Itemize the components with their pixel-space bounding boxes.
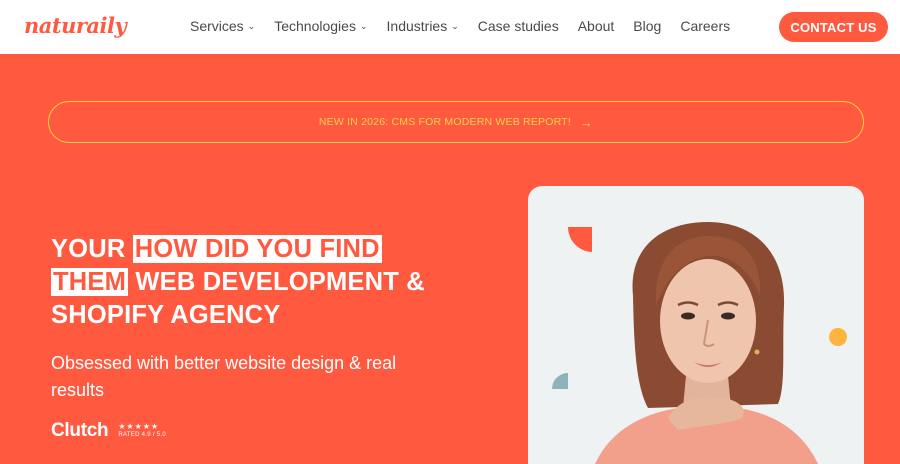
nav-label: Industries [386,18,448,34]
nav-item-careers[interactable]: Careers [680,18,730,34]
site-header: naturaily Services ⌄ Technologies ⌄ Indu… [0,0,900,54]
nav-item-industries[interactable]: Industries ⌄ [387,18,459,34]
headline-highlight: THEM [51,268,129,296]
nav-label: Technologies [274,18,356,34]
nav-label: About [577,18,615,34]
nav-item-blog[interactable]: Blog [633,18,661,34]
decor-quarter-circle [568,227,592,252]
clutch-rating-badge[interactable]: Clutch ★★★★★ RATED 4.9 / 5.0 [51,420,166,442]
main-nav: Services ⌄ Technologies ⌄ Industries ⌄ C… [190,18,749,34]
announcement-text: NEW IN 2026: CMS FOR MODERN WEB REPORT! [318,116,571,128]
contact-us-button[interactable]: CONTACT US [779,12,888,42]
nav-label: Services [190,18,244,34]
rating-text: RATED 4.9 / 5.0 [118,432,167,438]
headline-highlight: HOW DID YOU FIND [132,235,382,263]
nav-label: Blog [633,18,662,34]
chevron-down-icon: ⌄ [359,20,368,31]
clutch-rating: ★★★★★ RATED 4.9 / 5.0 [118,422,166,440]
hero-subheadline: Obsessed with better website design & re… [51,353,397,400]
headline-text: WEB DEVELOPMENT & [135,268,425,296]
announcement-banner[interactable]: NEW IN 2026: CMS FOR MODERN WEB REPORT! … [48,101,864,143]
decor-quarter-teal [552,373,568,389]
nav-item-case-studies[interactable]: Case studies [478,18,559,34]
chevron-down-icon: ⌄ [247,20,256,31]
brand-logo[interactable]: naturaily [24,13,127,38]
star-rating-icon: ★★★★★ [118,422,160,431]
headline-text: SHOPIFY AGENCY [51,301,281,329]
nav-item-services[interactable]: Services ⌄ [190,18,255,34]
hero-photo-card [528,186,864,464]
arrow-right-icon: → [579,114,594,130]
nav-item-technologies[interactable]: Technologies ⌄ [274,18,367,34]
nav-label: Careers [680,18,731,34]
nav-label: Case studies [477,18,559,34]
headline-prefix: YOUR [51,235,126,263]
person-portrait-image [552,222,847,464]
clutch-logo: Clutch [51,420,109,441]
chevron-down-icon: ⌄ [451,20,459,31]
nav-item-about[interactable]: About [578,18,615,34]
hero-headline: YOUR HOW DID YOU FIND THEM WEB DEVELOPME… [51,233,451,332]
decor-dot [829,328,847,346]
